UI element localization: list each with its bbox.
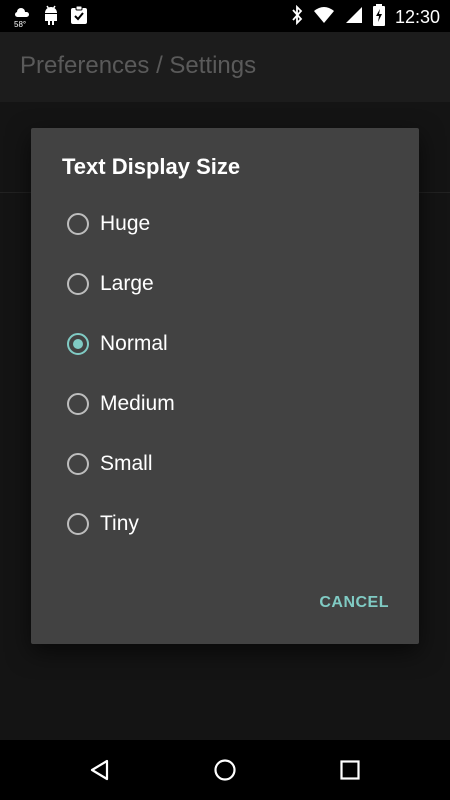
battery-charging-icon — [372, 4, 385, 31]
option-label: Large — [100, 272, 154, 295]
weather-temp: 58° — [14, 19, 27, 29]
option-label: Huge — [100, 212, 151, 235]
back-icon[interactable] — [88, 758, 112, 782]
weather-icon: 58° — [12, 6, 32, 30]
radio-button[interactable] — [67, 453, 89, 475]
text-size-dialog: Text Display Size Huge Large Normal Medi… — [31, 128, 419, 644]
app-bar: Preferences / Settings — [0, 32, 450, 102]
option-small[interactable]: Small — [67, 434, 397, 494]
option-label: Small — [100, 452, 153, 475]
option-label: Normal — [100, 332, 168, 355]
radio-button[interactable] — [67, 393, 89, 415]
signal-icon — [345, 6, 363, 29]
radio-group: Huge Large Normal Medium Small Tiny — [67, 194, 397, 554]
recents-icon[interactable] — [338, 758, 362, 782]
option-huge[interactable]: Huge — [67, 194, 397, 254]
option-label: Tiny — [100, 512, 139, 535]
radio-button[interactable] — [67, 273, 89, 295]
option-medium[interactable]: Medium — [67, 374, 397, 434]
wifi-icon — [313, 6, 335, 29]
page-title: Preferences / Settings — [20, 52, 257, 79]
cancel-button[interactable]: CANCEL — [319, 594, 389, 612]
radio-button[interactable] — [67, 513, 89, 535]
option-large[interactable]: Large — [67, 254, 397, 314]
radio-button[interactable] — [67, 213, 89, 235]
clipboard-check-icon — [70, 5, 88, 30]
dialog-title: Text Display Size — [62, 154, 241, 179]
option-tiny[interactable]: Tiny — [67, 494, 397, 554]
home-icon[interactable] — [213, 758, 237, 782]
radio-button-selected[interactable] — [67, 333, 89, 355]
option-normal[interactable]: Normal — [67, 314, 397, 374]
bluetooth-icon — [291, 4, 303, 30]
status-bar: 58° 12:30 — [0, 0, 450, 32]
navigation-bar — [0, 740, 450, 800]
android-icon — [42, 4, 60, 31]
clock: 12:30 — [394, 7, 440, 27]
option-label: Medium — [100, 392, 175, 415]
